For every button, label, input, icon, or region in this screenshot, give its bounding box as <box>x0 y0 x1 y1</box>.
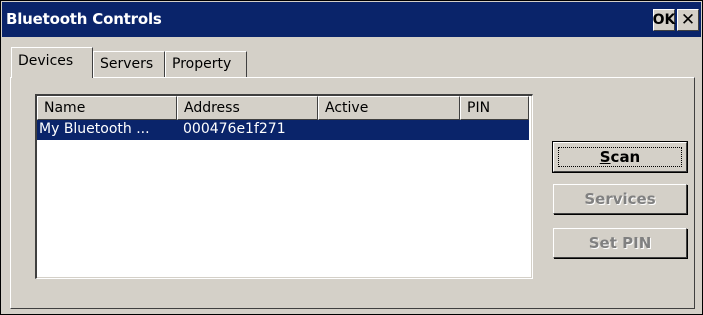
column-header-address[interactable]: Address <box>177 96 318 120</box>
tab-property[interactable]: Property <box>165 51 247 77</box>
device-name-cell: My Bluetooth ... <box>39 121 150 137</box>
focus-rectangle <box>558 147 682 167</box>
column-header-active[interactable]: Active <box>318 96 460 120</box>
ok-button[interactable]: OK <box>653 9 675 31</box>
tab-servers[interactable]: Servers <box>93 51 165 77</box>
list-item[interactable]: My Bluetooth ... 000476e1f271 <box>37 120 529 140</box>
close-icon[interactable]: ✕ <box>677 9 699 31</box>
set-pin-button[interactable]: Set PIN <box>553 228 687 258</box>
title-bar[interactable]: Bluetooth Controls OK ✕ <box>2 2 701 37</box>
bluetooth-controls-window: Bluetooth Controls OK ✕ Devices Servers … <box>0 0 703 315</box>
scan-button[interactable]: Scan <box>552 141 688 173</box>
list-header: Name Address Active PIN <box>37 96 532 120</box>
services-button[interactable]: Services <box>553 184 687 214</box>
window-title: Bluetooth Controls <box>6 10 162 28</box>
device-list[interactable]: Name Address Active PIN My Bluetooth ...… <box>35 94 533 279</box>
column-header-pin[interactable]: PIN <box>460 96 529 120</box>
column-header-name[interactable]: Name <box>37 96 177 120</box>
tab-devices[interactable]: Devices <box>11 47 93 78</box>
device-address-cell: 000476e1f271 <box>183 121 286 137</box>
